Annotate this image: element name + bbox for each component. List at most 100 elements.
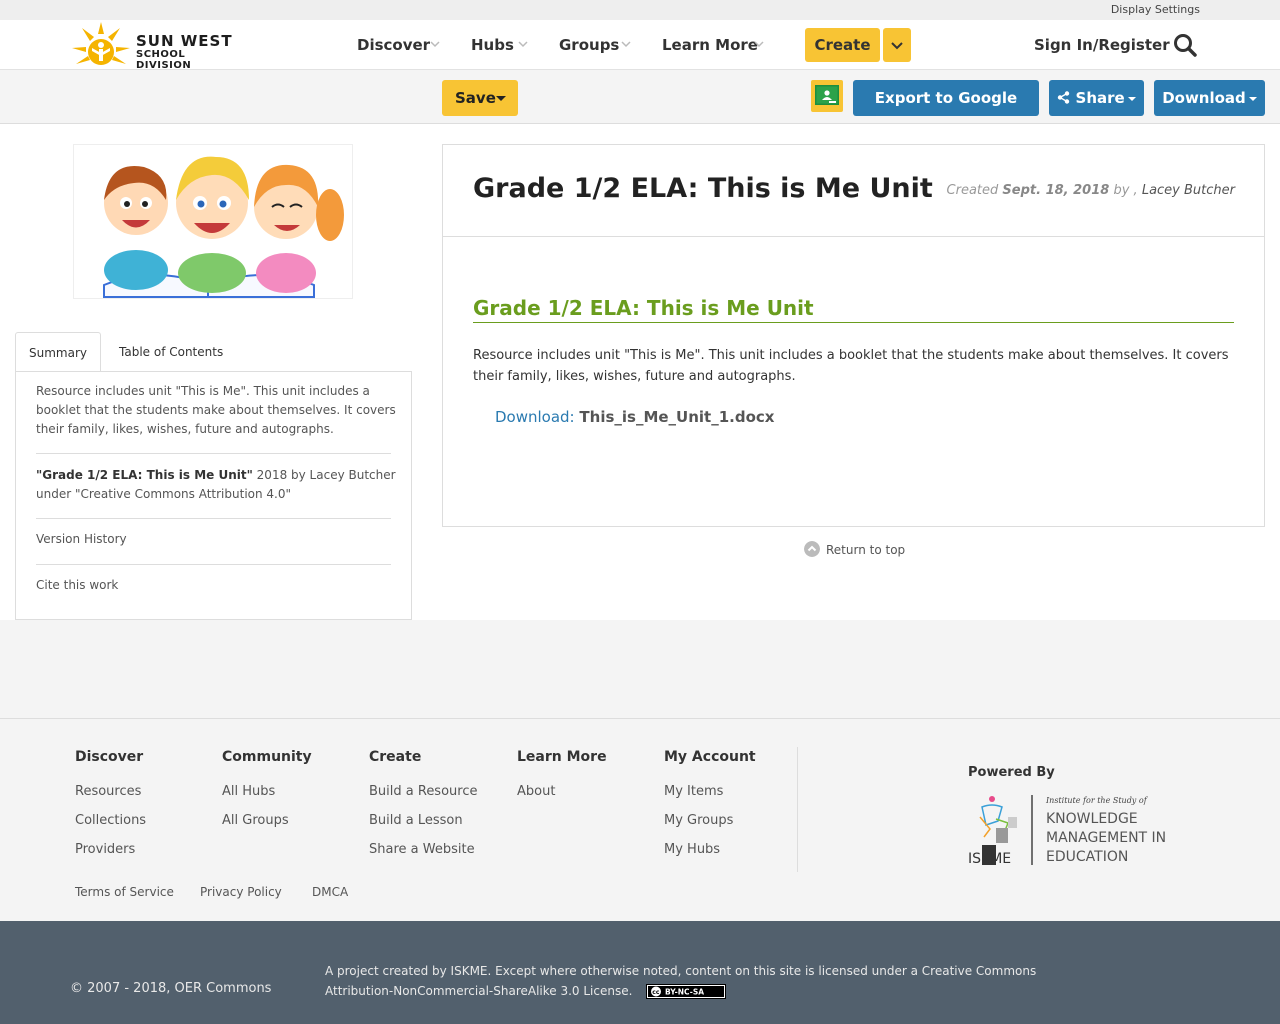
site-logo[interactable]: SUN WEST SCHOOL DIVISION [70, 20, 240, 71]
footer-link-all-groups[interactable]: All Groups [222, 806, 312, 835]
footer-link-share-website[interactable]: Share a Website [369, 835, 477, 864]
version-history-link[interactable]: Version History [36, 532, 127, 546]
create-dropdown-button[interactable] [883, 28, 911, 62]
share-label: Share [1075, 89, 1125, 107]
footer-link-about[interactable]: About [517, 777, 607, 806]
footer-link-collections[interactable]: Collections [75, 806, 146, 835]
footer-link-my-items[interactable]: My Items [664, 777, 756, 806]
copyright-text: © 2007 - 2018, OER Commons [70, 981, 272, 996]
tab-table-of-contents[interactable]: Table of Contents [119, 332, 223, 372]
iskme-line1: KNOWLEDGE [1046, 811, 1138, 827]
download-button[interactable]: Download [1154, 80, 1265, 116]
footer-create: Create Build a Resource Build a Lesson S… [369, 749, 477, 864]
footer-link-build-lesson[interactable]: Build a Lesson [369, 806, 477, 835]
footer-learn-more: Learn More About [517, 749, 607, 806]
resource-toolbar: Save Export to Google Docs Share Downloa… [0, 70, 1280, 143]
footer-heading: Create [369, 749, 422, 765]
divider [36, 518, 391, 519]
nav-learn-more[interactable]: Learn More [662, 36, 758, 54]
logo-title: SUN WEST [136, 32, 233, 50]
footer-discover: Discover Resources Collections Providers [75, 749, 146, 864]
summary-panel: Resource includes unit "This is Me". Thi… [15, 371, 412, 620]
nav-hubs[interactable]: Hubs [471, 36, 514, 54]
svg-text:cc: cc [653, 989, 661, 996]
footer-link-all-hubs[interactable]: All Hubs [222, 777, 312, 806]
footer-divider [797, 747, 798, 872]
search-icon[interactable] [1172, 32, 1198, 58]
footer-spacer [0, 620, 1280, 718]
iskme-tagline: Institute for the Study of [1045, 796, 1149, 805]
cc-license-badge[interactable]: cc BY-NC-SA [646, 984, 727, 999]
powered-by-label: Powered By [968, 765, 1055, 780]
footer-heading: Discover [75, 749, 144, 765]
iskme-line3: EDUCATION [1046, 849, 1128, 865]
iskme-abbr: ISKME [968, 851, 1011, 867]
nav-discover[interactable]: Discover [357, 36, 430, 54]
footer-link-my-hubs[interactable]: My Hubs [664, 835, 756, 864]
site-header: SUN WEST SCHOOL DIVISION Discover Hubs G… [0, 20, 1280, 71]
save-button[interactable]: Save [442, 80, 518, 116]
privacy-link[interactable]: Privacy Policy [200, 885, 282, 899]
license-text: A project created by ISKME. Except where… [325, 961, 1085, 1001]
divider [36, 453, 391, 454]
chevron-down-icon [891, 42, 903, 50]
sign-in-link[interactable]: Sign In/Register [1034, 36, 1170, 54]
divider [36, 564, 391, 565]
by-label: by , [1113, 183, 1138, 198]
chevron-down-icon [430, 41, 440, 48]
footer-link-my-groups[interactable]: My Groups [664, 806, 756, 835]
author-link[interactable]: Lacey Butcher [1142, 183, 1235, 198]
download-link-label: Download: [495, 408, 575, 426]
logo-subtitle: SCHOOL DIVISION [136, 49, 192, 71]
resource-header: Grade 1/2 ELA: This is Me Unit Created S… [443, 145, 1264, 237]
footer-link-build-resource[interactable]: Build a Resource [369, 777, 477, 806]
share-button[interactable]: Share [1049, 80, 1144, 116]
download-link[interactable]: Download: This_is_Me_Unit_1.docx [495, 408, 774, 426]
arrow-up-circle-icon [804, 541, 820, 557]
resource-description: Resource includes unit "This is Me". Thi… [473, 348, 1229, 384]
download-filename: This_is_Me_Unit_1.docx [579, 408, 775, 426]
created-label: Created [946, 183, 999, 198]
chevron-down-icon [518, 41, 528, 48]
bottom-bar: © 2007 - 2018, OER Commons A project cre… [0, 921, 1280, 1024]
export-google-docs-button[interactable]: Export to Google Docs [853, 80, 1039, 143]
attribution-text: "Grade 1/2 ELA: This is Me Unit" 2018 by… [36, 466, 396, 504]
created-meta: Created Sept. 18, 2018 by , Lacey Butche… [947, 183, 1235, 198]
share-icon [1058, 91, 1070, 104]
kids-reading-illustration [103, 156, 344, 298]
terms-link[interactable]: Terms of Service [75, 885, 174, 899]
caret-down-icon [496, 96, 506, 101]
return-to-top-label: Return to top [826, 543, 906, 557]
nav-groups[interactable]: Groups [559, 36, 619, 54]
footer-heading: Community [222, 749, 312, 765]
classroom-board-icon [815, 85, 839, 105]
caret-down-icon [1248, 96, 1257, 101]
footer-community: Community All Hubs All Groups [222, 749, 312, 835]
utility-bar: Display Settings [0, 0, 1280, 20]
chevron-down-icon [621, 41, 631, 48]
create-button[interactable]: Create [805, 28, 880, 62]
page-title: Grade 1/2 ELA: This is Me Unit [473, 173, 933, 204]
iskme-line2: MANAGEMENT IN [1046, 830, 1166, 846]
resource-card: Grade 1/2 ELA: This is Me Unit Created S… [442, 144, 1265, 527]
dmca-link[interactable]: DMCA [312, 885, 348, 899]
section-title: Grade 1/2 ELA: This is Me Unit [473, 296, 1234, 323]
cite-work-link[interactable]: Cite this work [36, 578, 118, 592]
iskme-logo[interactable]: ISKME Institute for the Study of KNOWLED… [968, 793, 1178, 867]
created-date: Sept. 18, 2018 [1002, 183, 1110, 198]
summary-description: Resource includes unit "This is Me". Thi… [36, 384, 396, 436]
download-label: Download [1162, 89, 1246, 107]
footer-my-account: My Account My Items My Groups My Hubs [664, 749, 756, 864]
footer-link-providers[interactable]: Providers [75, 835, 146, 864]
resource-thumbnail [73, 144, 353, 299]
tab-summary[interactable]: Summary [15, 332, 101, 373]
save-label: Save [455, 89, 496, 107]
google-classroom-icon[interactable] [811, 80, 843, 112]
summary-tabs: Summary Table of Contents [15, 332, 412, 373]
attribution-title: "Grade 1/2 ELA: This is Me Unit" [36, 468, 253, 482]
footer-link-resources[interactable]: Resources [75, 777, 146, 806]
site-footer: Discover Resources Collections Providers… [0, 718, 1280, 921]
footer-heading: My Account [664, 749, 756, 765]
sun-logo-icon [72, 22, 130, 65]
display-settings-link[interactable]: Display Settings [1111, 3, 1200, 16]
